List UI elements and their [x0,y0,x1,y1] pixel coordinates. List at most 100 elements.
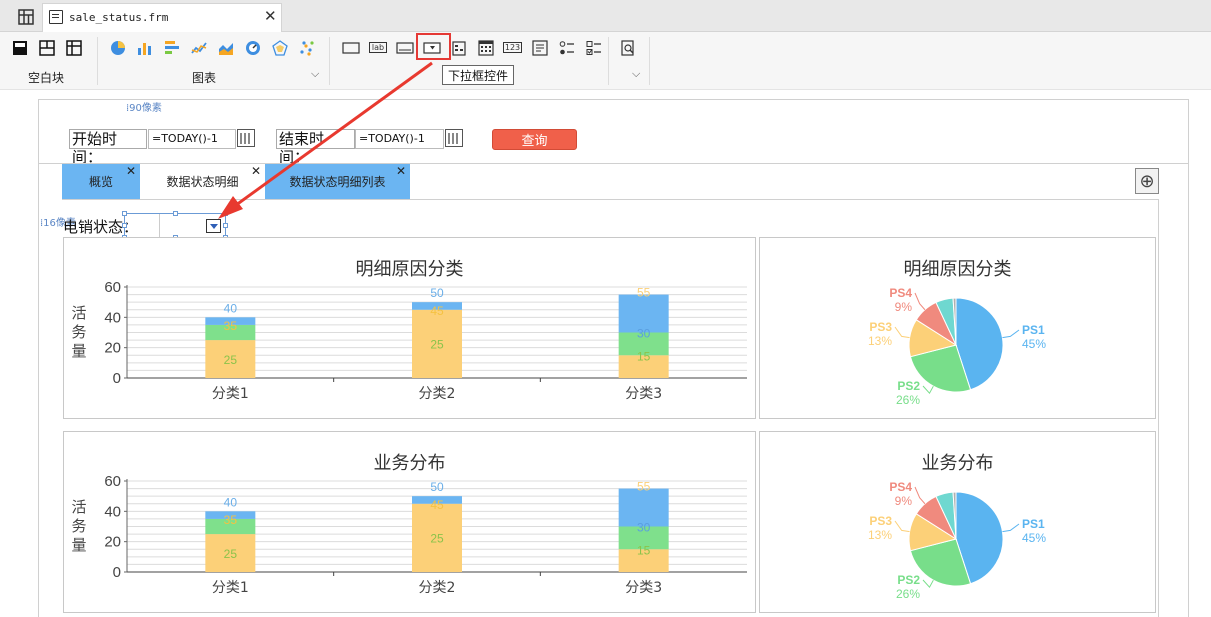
pie-slice-percent: 13% [868,334,892,348]
pie-leader-line [914,486,926,505]
chart-panel-pie-1[interactable]: 明细原因分类 PS1 45% PS2 26% PS3 13% PS4 9% [759,237,1156,419]
y-tick-label: 60 [104,473,121,490]
chart-panel-bar-1[interactable]: 明细原因分类 0 20 40 60 活务量分类1 分类2 分类3 25 35 40 25 45 50 15… [63,237,756,419]
data-label: 40 [224,495,238,509]
pie-leader-line [922,385,934,395]
calendar-widget-icon[interactable] [477,40,495,56]
file-tab[interactable]: sale_status.frm ✕ [42,3,282,32]
tab-data-status-detail[interactable]: 数据状态明细 ✕ [140,164,265,199]
close-tab-icon[interactable]: ✕ [251,164,261,178]
pie-leader-line [914,292,926,311]
scatter-chart-icon[interactable] [298,40,316,56]
pie-slice-percent: 9% [895,494,913,508]
data-label: 25 [430,532,444,546]
resize-handle[interactable] [223,223,228,228]
pie-leader-line [1002,329,1020,339]
checkbox-group-widget-icon[interactable] [585,40,603,56]
dropdown-arrow-icon[interactable] [206,219,221,233]
x-tick-label: 分类2 [419,580,456,596]
close-tab-icon[interactable]: ✕ [126,164,136,178]
y-axis-label: 活 [71,304,86,322]
pie-chart: PS145% PS226% PS313% PS49% [868,480,1046,601]
split-horizontal-icon[interactable] [38,40,56,56]
end-time-input[interactable]: =TODAY()-1 [355,129,444,149]
tab-data-status-detail-list[interactable]: 数据状态明细列表 ✕ [265,164,410,199]
toolbar-divider [649,37,650,85]
area-chart-icon[interactable] [217,40,235,56]
horizontal-bar-chart-icon[interactable] [163,40,181,56]
bar-chart: 0 20 40 60 活务量分类1 分类2 分类3 25 35 40 25 45 50 15 30 55 [71,473,747,596]
dropdown-widget-tooltip: 下拉框控件 [442,65,514,85]
pie-leader-line [922,579,934,589]
chart-panel-pie-2[interactable]: 业务分布 PS1 45% PS2 26% PS3 13% PS4 9% [759,431,1156,613]
y-axis-label: 量 [71,536,86,554]
y-axis-label: 量 [71,342,86,360]
y-axis-label: 务 [71,323,86,341]
resize-handle[interactable] [223,211,228,216]
resize-handle[interactable] [122,223,127,228]
x-tick-label: 分类1 [212,580,249,596]
data-label: 45 [430,304,444,318]
date-widget-icon[interactable] [450,40,468,56]
textarea-widget-icon[interactable] [531,40,549,56]
pie-slice-percent: 45% [1022,337,1046,351]
chart-panel-bar-2[interactable]: 业务分布 0 20 40 60 活务量分类1 分类2 分类3 25 35 40 25 45 50 15 30… [63,431,756,613]
pie-leader-line [1002,523,1020,533]
data-label: 25 [224,353,238,367]
resize-handle[interactable] [122,211,127,216]
button-widget-icon[interactable] [396,40,414,56]
y-axis-label: 务 [71,517,86,535]
label-widget-icon[interactable]: lab [369,42,387,53]
bar-chart-icon[interactable] [136,40,154,56]
data-label: 30 [637,327,651,341]
textbox-widget-icon[interactable] [342,40,360,56]
start-time-input[interactable]: =TODAY()-1 [148,129,236,149]
end-calendar-icon[interactable] [445,129,463,147]
data-label: 35 [224,319,238,333]
pie-chart-icon[interactable] [109,40,127,56]
blank-block-group-label: 空白块 [28,71,65,85]
number-widget-icon[interactable]: 123 [503,42,522,53]
pie-slice-percent: 45% [1022,531,1046,545]
widget-group-expand-icon[interactable]: ⌵ [632,67,640,81]
toolbar-divider [97,37,98,85]
close-tab-icon[interactable]: ✕ [396,164,406,178]
blank-block-icon[interactable] [11,40,29,56]
x-tick-label: 分类3 [625,580,662,596]
gauge-chart-icon[interactable] [244,40,262,56]
start-calendar-icon[interactable] [237,129,255,147]
split-grid-icon[interactable] [65,40,83,56]
grid-view-icon[interactable] [14,6,38,28]
resize-handle[interactable] [173,211,178,216]
data-label: 15 [637,349,651,363]
radio-group-widget-icon[interactable] [558,40,576,56]
y-axis-label: 活 [71,498,86,516]
toolbar-divider [329,37,330,85]
end-time-label: 结束时间： [276,129,355,166]
y-tick-label: 40 [104,503,121,520]
tab-overview[interactable]: 概览 ✕ [62,164,140,199]
add-tab-icon[interactable]: ⊕ [1135,168,1159,194]
tab-label: 数据状态明细 [166,175,239,189]
data-label: 50 [430,286,444,300]
widget-toolbar: 空白块 图表 ⌵ lab 123 ⌵ [0,32,1211,90]
start-time-label: 开始时间： [69,129,147,166]
tab-label: 概览 [88,175,113,189]
tab-panel-border [1158,200,1159,617]
y-tick-label: 40 [104,309,121,326]
radar-chart-icon[interactable] [271,40,289,56]
pie-chart: PS145% PS226% PS313% PS49% [868,286,1046,407]
line-chart-icon[interactable] [190,40,208,56]
pie-slice-percent: 9% [895,300,913,314]
x-tick-label: 分类3 [625,386,662,402]
data-label: 25 [224,547,238,561]
search-widget-icon[interactable] [619,40,637,56]
query-button[interactable]: 查询 [492,129,577,150]
pie-slice-name: PS3 [869,320,892,334]
data-label: 40 [224,301,238,315]
close-tab-icon[interactable]: ✕ [264,7,277,25]
chart-group-expand-icon[interactable]: ⌵ [311,67,319,81]
y-tick-label: 20 [104,340,121,357]
form-file-icon [49,10,63,24]
pie-slice-name: PS1 [1022,323,1045,337]
